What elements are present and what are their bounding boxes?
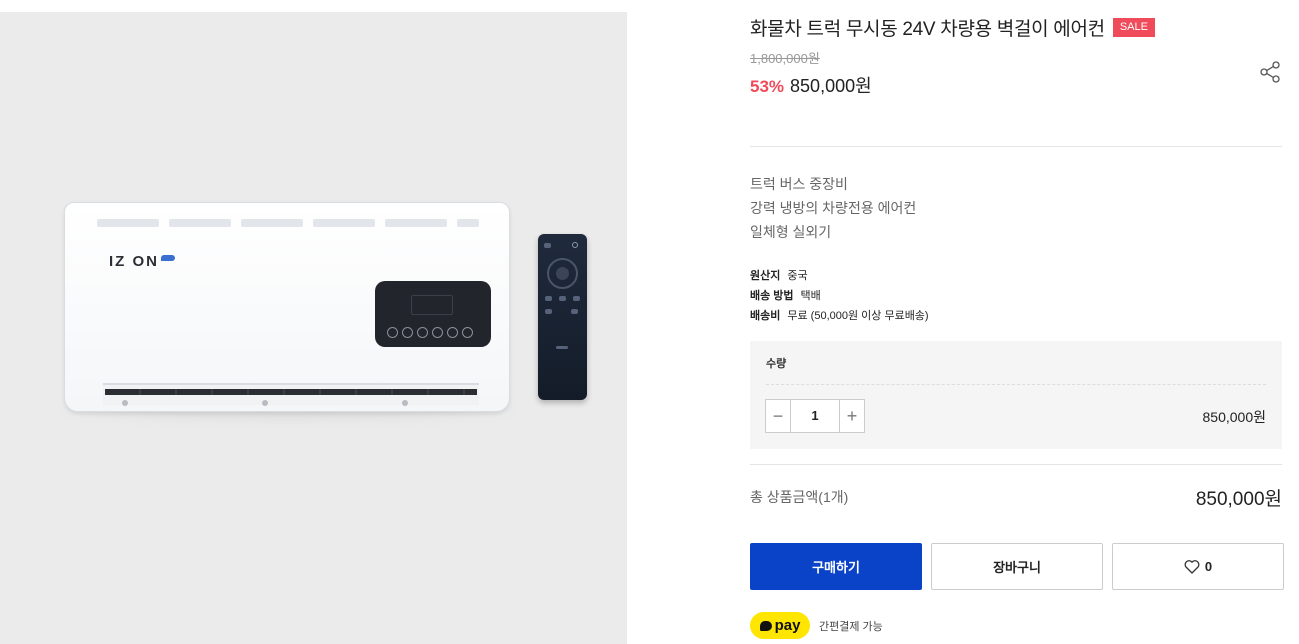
quantity-minus-button[interactable]: − xyxy=(766,400,790,432)
control-display-panel xyxy=(375,281,491,347)
total-price: 850,000원 xyxy=(1195,489,1282,510)
original-price: 1,800,000원 xyxy=(750,51,820,66)
quantity-box: 수량 − 1 + 850,000원 xyxy=(750,341,1282,449)
wishlist-count: 0 xyxy=(1204,559,1213,574)
sale-badge: SALE xyxy=(1112,18,1155,37)
quantity-input[interactable]: 1 xyxy=(790,400,840,432)
quantity-stepper[interactable]: − 1 + xyxy=(765,399,865,433)
product-image: IZ ON xyxy=(0,12,627,644)
air-conditioner-image: IZ ON xyxy=(56,192,516,424)
divider xyxy=(750,464,1282,465)
product-title: 화물차 트럭 무시동 24V 차량용 벽걸이 에어컨 xyxy=(750,19,1105,40)
description-line: 강력 냉방의 차량전용 에어컨 xyxy=(750,200,917,216)
sale-price: 850,000원 xyxy=(790,76,872,96)
divider xyxy=(750,146,1282,147)
meta-shipping-method: 배송 방법 택배 xyxy=(750,290,821,302)
quantity-line-price: 850,000원 xyxy=(1202,409,1267,425)
total-label: 총 상품금액(1개) xyxy=(750,489,849,505)
add-to-cart-button[interactable]: 장바구니 xyxy=(931,543,1103,590)
description-line: 트럭 버스 중장비 xyxy=(750,176,848,192)
meta-shipping-fee: 배송비 무료 (50,000원 이상 무료배송) xyxy=(750,310,929,322)
easy-pay-text: 간편결제 가능 xyxy=(819,620,883,633)
kakao-pay-badge[interactable]: pay xyxy=(750,612,810,639)
product-meta: 원산지 중국 배송 방법 택배 배송비 무료 (50,000원 이상 무료배송) xyxy=(750,266,929,326)
quantity-plus-button[interactable]: + xyxy=(840,400,864,432)
wishlist-button[interactable]: 0 xyxy=(1112,543,1284,590)
air-conditioner-body: IZ ON xyxy=(64,202,510,412)
product-description: 트럭 버스 중장비 강력 냉방의 차량전용 에어컨 일체형 실외기 xyxy=(750,172,916,244)
remote-control-image xyxy=(538,234,587,400)
discount-rate: 53% xyxy=(750,77,785,96)
quantity-label: 수량 xyxy=(766,358,787,370)
share-icon[interactable] xyxy=(1258,60,1282,84)
description-line: 일체형 실외기 xyxy=(750,224,832,240)
heart-icon xyxy=(1184,559,1200,574)
speech-bubble-icon xyxy=(759,620,772,631)
meta-origin: 원산지 중국 xyxy=(750,270,808,282)
buy-now-button[interactable]: 구매하기 xyxy=(750,543,922,590)
brand-logo: IZ ON xyxy=(109,253,159,270)
